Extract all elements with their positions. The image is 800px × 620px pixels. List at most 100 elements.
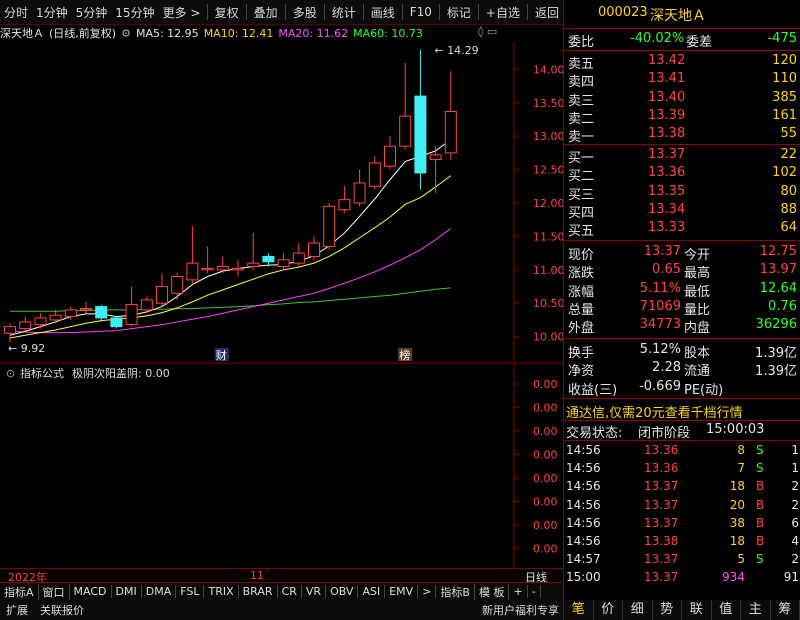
- toolbar-button-4[interactable]: 画线: [367, 4, 399, 21]
- toolbar-tab-3[interactable]: 15分钟: [111, 4, 158, 21]
- settings-icon[interactable]: ⚙: [121, 27, 131, 40]
- toolbar-button-1[interactable]: 叠加: [250, 4, 282, 21]
- toolbar-button-6[interactable]: 标记: [443, 4, 475, 21]
- indicator-tab-12[interactable]: EMV: [385, 585, 419, 598]
- quote-tab-6[interactable]: 主: [741, 600, 771, 620]
- indicator-tab-15[interactable]: 模 板: [475, 583, 510, 600]
- tick-price: 13.37: [644, 497, 679, 512]
- ind-collapse-icon[interactable]: ⊙: [6, 367, 15, 380]
- toolbar-button-5[interactable]: F10: [406, 5, 436, 19]
- tick-vol: 18: [729, 479, 745, 494]
- indicator-tab-17[interactable]: -: [528, 585, 541, 598]
- stat2-value: 2.28: [652, 360, 681, 376]
- bid-price[interactable]: 13.33: [648, 220, 685, 235]
- indicator-tab-7[interactable]: BRAR: [239, 585, 278, 598]
- indicator-tab-6[interactable]: TRIX: [204, 585, 239, 598]
- ind-tick-label: 0.00: [533, 543, 558, 556]
- bid-price[interactable]: 13.37: [648, 147, 685, 162]
- toolbar-tab-2[interactable]: 5分钟: [72, 4, 112, 21]
- ask-price[interactable]: 13.41: [648, 71, 685, 86]
- tick-row: 14:56 13.36 7 S 1: [564, 460, 800, 479]
- tick-time: 14:56: [566, 479, 601, 494]
- indicator-tab-4[interactable]: DMA: [142, 585, 177, 598]
- candle-body: [399, 115, 412, 147]
- stat2-value: 1.39亿: [755, 364, 797, 380]
- ma60-label: MA60: 10.73: [353, 26, 423, 40]
- indicator-tab-14[interactable]: 指标B: [436, 583, 475, 600]
- quote-tab-3[interactable]: 势: [653, 600, 682, 620]
- ask-price[interactable]: 13.38: [648, 126, 685, 141]
- candle-body: [125, 304, 138, 326]
- stat-row: 现价 13.37 今开 12.75: [564, 243, 800, 263]
- expand-button[interactable]: 扩展: [0, 602, 34, 618]
- candle-body: [414, 95, 427, 174]
- ask-row: 卖二 13.39 161: [564, 107, 800, 127]
- stat-value: 5.11%: [639, 280, 681, 296]
- stat-label: 外盘: [568, 321, 595, 337]
- quote-tab-1[interactable]: 价: [594, 600, 623, 620]
- indicator-tab-2[interactable]: MACD: [70, 585, 112, 598]
- toolbar-button-2[interactable]: 多股: [289, 4, 321, 21]
- bid-price[interactable]: 13.36: [648, 165, 685, 180]
- bang-badge[interactable]: 榜: [399, 348, 410, 362]
- indicator-tab-3[interactable]: DMI: [112, 585, 142, 598]
- kline-chart[interactable]: 14.00 13.50 13.00 12.50 12.00 11.50 11.00 10.50…: [0, 42, 563, 364]
- ask-label: 卖一: [568, 130, 595, 146]
- quote-tab-5[interactable]: 值: [712, 600, 741, 620]
- indicator-tab-5[interactable]: FSL: [176, 585, 205, 598]
- high-annotation: ← 14.29: [434, 44, 478, 57]
- ask-vol: 120: [772, 53, 797, 68]
- tick-count: 4: [791, 534, 799, 548]
- candle-body: [247, 262, 260, 267]
- toolbar-tab-4[interactable]: 更多 >: [159, 4, 205, 21]
- indicator-tab-9[interactable]: VR: [302, 585, 327, 598]
- stat-value: 36296: [755, 317, 797, 333]
- indicator-tab-16[interactable]: +: [509, 585, 528, 598]
- toolbar-button-3[interactable]: 统计: [328, 4, 360, 21]
- indicator-tab-13[interactable]: >: [418, 585, 437, 598]
- indicator-tab-11[interactable]: ASI: [358, 585, 386, 598]
- tick-row: 14:57 13.37 5 S 2: [564, 551, 800, 570]
- ask-label: 卖二: [568, 111, 595, 127]
- quote-tab-7[interactable]: 筹: [771, 600, 800, 620]
- chart-mode: (日线,前复权): [49, 27, 117, 40]
- tick-price: 13.37: [644, 479, 679, 494]
- promo-link[interactable]: 通达信,仅需20元查看千档行情: [566, 402, 743, 421]
- divider: [564, 338, 800, 339]
- toolbar-button-8[interactable]: 返回: [531, 4, 563, 21]
- ask-row: 卖三 13.40 385: [564, 89, 800, 109]
- cai-badge[interactable]: 财: [216, 348, 227, 362]
- stat-value: 71069: [639, 298, 681, 314]
- indicator-tab-0[interactable]: 指标A: [0, 583, 39, 600]
- quote-tab-2[interactable]: 细: [623, 600, 653, 620]
- weicha-label: 委差: [686, 35, 713, 50]
- indicator-tab-8[interactable]: CR: [278, 585, 302, 598]
- stat-label: 现价: [568, 248, 595, 263]
- bid-price[interactable]: 13.34: [648, 202, 685, 217]
- quote-tab-0[interactable]: 笔: [564, 600, 594, 620]
- new-user-promo[interactable]: 新用户福利专享: [478, 602, 563, 618]
- indicator-tab-1[interactable]: 窗口: [39, 583, 70, 600]
- toolbar-button-7[interactable]: +自选: [482, 4, 524, 21]
- quote-tab-4[interactable]: 联: [682, 600, 712, 620]
- ask-price[interactable]: 13.42: [648, 53, 685, 68]
- ask-price[interactable]: 13.39: [648, 108, 685, 123]
- ind-tick-label: 0.00: [533, 425, 558, 438]
- bid-price[interactable]: 13.35: [648, 184, 685, 199]
- toolbar-tab-0[interactable]: 分时: [0, 4, 32, 21]
- tick-price: 13.37: [644, 552, 679, 567]
- indicator-panel[interactable]: ⊙ 指标公式 极阴次阳盖阴: 0.00 0.00 0.00 0.00 0.00 0.00 0.0…: [0, 364, 563, 570]
- related-quote-button[interactable]: 关联报价: [34, 602, 90, 618]
- ind-tick-label: 0.00: [533, 449, 558, 462]
- tick-dir: S: [756, 552, 764, 567]
- ask-price[interactable]: 13.40: [648, 90, 685, 105]
- toolbar-button-0[interactable]: 复权: [211, 4, 243, 21]
- y-tick-label: 14.00: [533, 63, 563, 76]
- indicator-tab-10[interactable]: OBV: [326, 585, 359, 598]
- toolbar-tab-1[interactable]: 1分钟: [32, 4, 72, 21]
- ind-tick-label: 0.00: [533, 402, 558, 415]
- tick-dir: B: [756, 534, 765, 548]
- bid-label: 买四: [568, 205, 595, 221]
- chart-window-icons[interactable]: ◊ ▭: [478, 25, 497, 38]
- stat-value: 12.75: [759, 244, 797, 259]
